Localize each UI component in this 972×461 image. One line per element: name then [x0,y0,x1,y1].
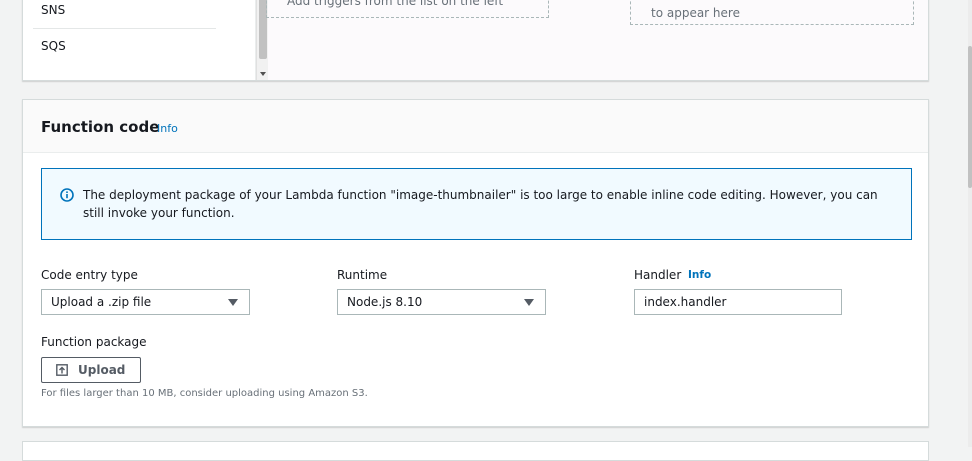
handler-label: Handler [634,268,682,282]
caret-down-icon [228,299,238,306]
handler-info-link[interactable]: Info [688,269,711,281]
upload-button[interactable]: Upload [41,357,141,383]
upload-button-label: Upload [78,363,126,377]
trigger-drop-hint: Add triggers from the list on the left [287,0,504,8]
trigger-divider [33,28,216,29]
destination-drop-hint: to appear here [651,6,740,20]
runtime-value: Node.js 8.10 [347,295,423,309]
upload-size-hint: For files larger than 10 MB, consider up… [41,388,368,399]
function-code-title: Function code [41,118,160,136]
function-code-panel: Function code Info The deployment packag… [22,99,929,427]
scroll-down-arrow-icon[interactable] [260,72,266,76]
code-entry-type-value: Upload a .zip file [51,295,152,309]
handler-input[interactable] [634,289,842,315]
trigger-item-sns[interactable]: SNS [41,3,65,17]
designer-panel: SNS SQS Add triggers from the list on th… [22,0,929,81]
function-code-info-link[interactable]: Info [157,122,178,135]
code-entry-type-label: Code entry type [41,268,138,282]
caret-down-icon [524,299,534,306]
info-icon [60,188,74,202]
runtime-select[interactable]: Node.js 8.10 [337,289,546,315]
trigger-list: SNS SQS [23,0,256,80]
destination-drop-zone: to appear here [630,0,914,25]
page-scrollbar[interactable] [968,0,972,447]
function-package-label: Function package [41,335,147,349]
code-entry-type-select[interactable]: Upload a .zip file [41,289,250,315]
runtime-label: Runtime [337,268,388,282]
next-panel [22,441,929,461]
page-scrollbar-thumb[interactable] [968,46,972,188]
upload-icon [56,364,68,376]
trigger-item-sqs[interactable]: SQS [41,39,66,53]
alert-message: The deployment package of your Lambda fu… [83,188,878,220]
info-alert: The deployment package of your Lambda fu… [41,168,912,240]
function-code-header: Function code Info [23,100,928,153]
trigger-drop-zone: Add triggers from the list on the left [266,0,549,18]
